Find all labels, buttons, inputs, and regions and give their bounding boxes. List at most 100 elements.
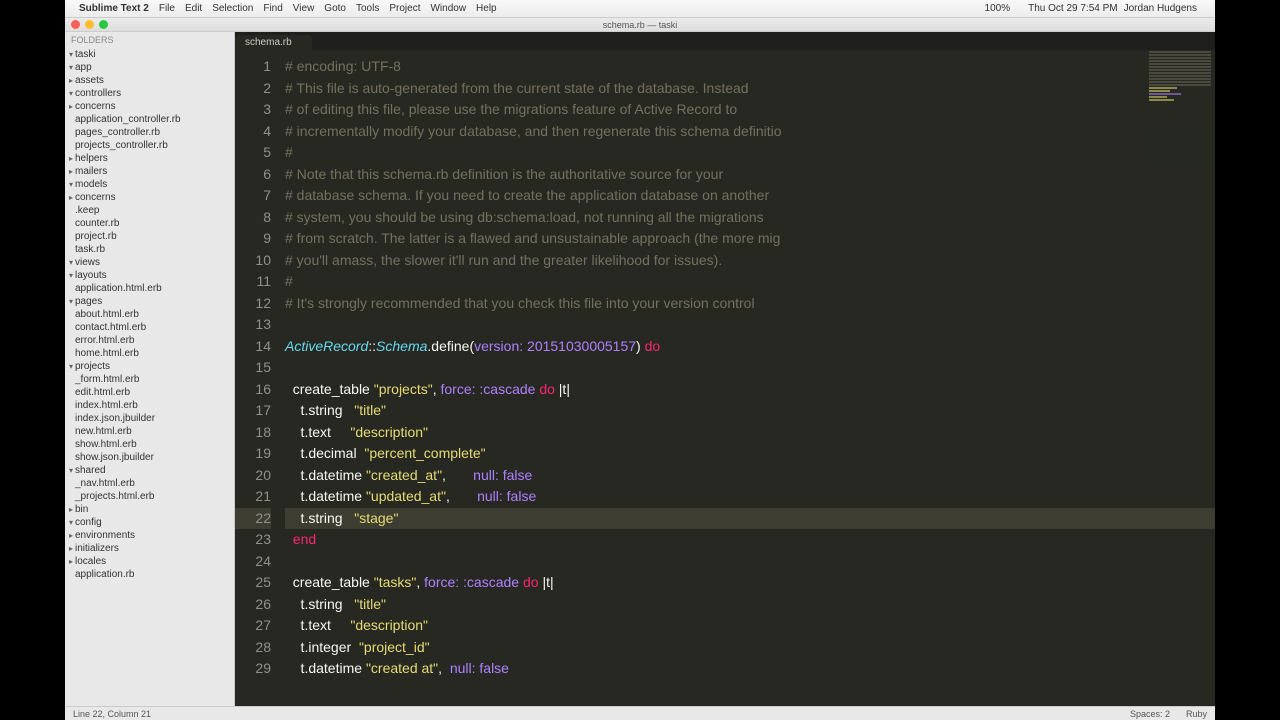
code-line[interactable]: # [285,142,1215,164]
code-line[interactable]: t.datetime "created_at", null: false [285,465,1215,487]
tree-node[interactable]: ▾config [67,516,234,529]
disclosure-arrow-icon[interactable]: ▸ [67,76,75,85]
menubar-status-item[interactable]: 100% [985,3,1011,14]
code-line[interactable]: t.text "description" [285,422,1215,444]
menu-selection[interactable]: Selection [212,3,253,14]
code-line[interactable]: # incrementally modify your database, an… [285,121,1215,143]
tree-node[interactable]: ▸concerns [67,100,234,113]
menu-help[interactable]: Help [476,3,497,14]
code-line[interactable]: # It's strongly recommended that you che… [285,293,1215,315]
code-line[interactable]: t.string "title" [285,400,1215,422]
tree-node[interactable]: ▸concerns [67,191,234,204]
tree-node[interactable]: ▾models [67,178,234,191]
tree-node[interactable]: ▸mailers [67,165,234,178]
tree-node[interactable]: index.html.erb [67,399,234,412]
code-line[interactable]: t.string "title" [285,594,1215,616]
disclosure-arrow-icon[interactable]: ▸ [67,531,75,540]
code-line[interactable]: # database schema. If you need to create… [285,185,1215,207]
code-line[interactable]: # from scratch. The latter is a flawed a… [285,228,1215,250]
tree-node[interactable]: ▸initializers [67,542,234,555]
disclosure-arrow-icon[interactable]: ▾ [67,180,75,189]
tree-node[interactable]: application.html.erb [67,282,234,295]
code-line[interactable]: ActiveRecord::Schema.define(version: 201… [285,336,1215,358]
tree-node[interactable]: ▾controllers [67,87,234,100]
syntax-setting[interactable]: Ruby [1186,709,1207,719]
disclosure-arrow-icon[interactable]: ▾ [67,297,75,306]
code-line[interactable]: t.datetime "created at", null: false [285,658,1215,680]
code-line[interactable]: end [285,529,1215,551]
close-window-icon[interactable] [71,20,80,29]
tree-node[interactable]: .keep [67,204,234,217]
tree-node[interactable]: ▾views [67,256,234,269]
tree-node[interactable]: application_controller.rb [67,113,234,126]
tree-node[interactable]: ▾shared [67,464,234,477]
tree-node[interactable]: counter.rb [67,217,234,230]
tree-node[interactable]: application.rb [67,568,234,581]
tree-node[interactable]: ▾pages [67,295,234,308]
code-line[interactable]: # Note that this schema.rb definition is… [285,164,1215,186]
tree-node[interactable]: _form.html.erb [67,373,234,386]
disclosure-arrow-icon[interactable]: ▾ [67,271,75,280]
minimap[interactable] [1145,50,1215,170]
menubar-status-item[interactable]: Thu Oct 29 7:54 PM [1028,3,1118,14]
tree-node[interactable]: new.html.erb [67,425,234,438]
minimize-window-icon[interactable] [85,20,94,29]
disclosure-arrow-icon[interactable]: ▸ [67,154,75,163]
code-line[interactable]: # you'll amass, the slower it'll run and… [285,250,1215,272]
folder-sidebar[interactable]: FOLDERS ▾taski▾app▸assets▾controllers▸co… [65,32,235,706]
code-line[interactable] [285,551,1215,573]
app-name[interactable]: Sublime Text 2 [79,3,149,14]
tree-node[interactable]: ▸environments [67,529,234,542]
code-line[interactable]: # encoding: UTF-8 [285,56,1215,78]
code-line[interactable]: t.datetime "updated_at", null: false [285,486,1215,508]
tree-node[interactable]: pages_controller.rb [67,126,234,139]
menu-view[interactable]: View [293,3,315,14]
code-line[interactable]: create_table "tasks", force: :cascade do… [285,572,1215,594]
tree-node[interactable]: ▸helpers [67,152,234,165]
indent-setting[interactable]: Spaces: 2 [1130,709,1170,719]
menu-project[interactable]: Project [389,3,420,14]
tree-node[interactable]: error.html.erb [67,334,234,347]
code-line[interactable]: # of editing this file, please use the m… [285,99,1215,121]
code-line[interactable]: t.string "stage" [285,508,1215,530]
tree-node[interactable]: _nav.html.erb [67,477,234,490]
disclosure-arrow-icon[interactable]: ▸ [67,557,75,566]
menubar-status-item[interactable]: Jordan Hudgens [1124,3,1197,14]
menu-tools[interactable]: Tools [356,3,379,14]
menu-find[interactable]: Find [263,3,282,14]
menu-window[interactable]: Window [430,3,466,14]
disclosure-arrow-icon[interactable]: ▾ [67,518,75,527]
tree-node[interactable]: task.rb [67,243,234,256]
tab-bar[interactable]: schema.rb [235,32,1215,50]
tree-node[interactable]: ▸locales [67,555,234,568]
tree-node[interactable]: project.rb [67,230,234,243]
disclosure-arrow-icon[interactable]: ▾ [67,362,75,371]
tree-node[interactable]: contact.html.erb [67,321,234,334]
disclosure-arrow-icon[interactable]: ▸ [67,505,75,514]
code-line[interactable]: t.integer "project_id" [285,637,1215,659]
tree-node[interactable]: ▾layouts [67,269,234,282]
tree-node[interactable]: ▸assets [67,74,234,87]
disclosure-arrow-icon[interactable]: ▾ [67,50,75,59]
tree-node[interactable]: projects_controller.rb [67,139,234,152]
code-line[interactable]: # This file is auto-generated from the c… [285,78,1215,100]
tree-node[interactable]: ▾projects [67,360,234,373]
disclosure-arrow-icon[interactable]: ▾ [67,466,75,475]
tree-node[interactable]: ▾app [67,61,234,74]
tree-node[interactable]: _projects.html.erb [67,490,234,503]
tree-node[interactable]: ▸bin [67,503,234,516]
disclosure-arrow-icon[interactable]: ▾ [67,63,75,72]
code-line[interactable]: t.decimal "percent_complete" [285,443,1215,465]
menu-goto[interactable]: Goto [324,3,346,14]
tab-schema[interactable]: schema.rb [235,35,312,50]
tree-node[interactable]: index.json.jbuilder [67,412,234,425]
code-line[interactable]: # system, you should be using db:schema:… [285,207,1215,229]
code-view[interactable]: 1234567891011121314151617181920212223242… [235,50,1215,706]
menu-edit[interactable]: Edit [185,3,202,14]
tree-node[interactable]: show.html.erb [67,438,234,451]
tree-node[interactable]: ▾taski [67,48,234,61]
zoom-window-icon[interactable] [99,20,108,29]
menu-file[interactable]: File [159,3,175,14]
disclosure-arrow-icon[interactable]: ▾ [67,258,75,267]
code-line[interactable] [285,357,1215,379]
